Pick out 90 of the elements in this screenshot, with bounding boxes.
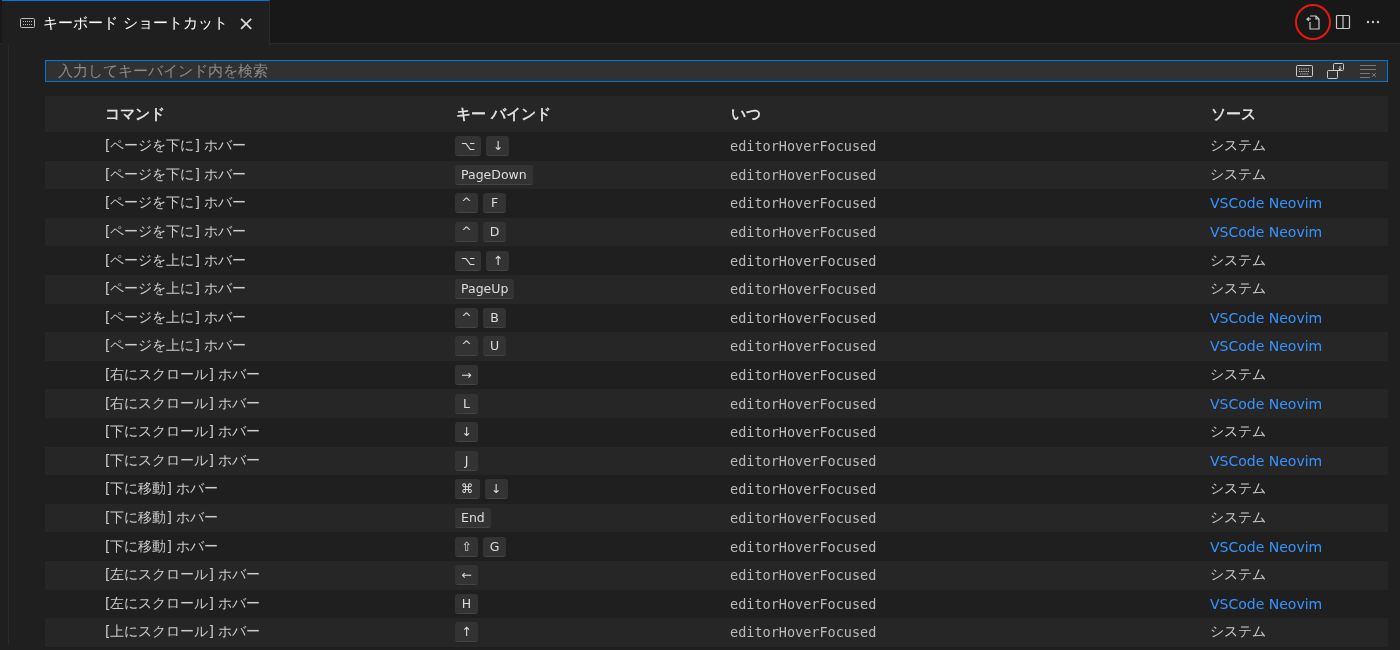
command-cell: [下に移動] ホバー (45, 503, 455, 533)
key-cap: ⌘ (455, 479, 480, 500)
key-cap: L (455, 393, 478, 414)
key-cap: ⌥ (455, 136, 482, 157)
source-cell: システム (1210, 566, 1266, 583)
when-cell: editorHoverFocused (730, 417, 1210, 447)
keyboard-icon (20, 18, 35, 28)
when-cell: editorHoverFocused (730, 274, 1210, 304)
key-cap: ↓ (486, 136, 510, 157)
source-cell: システム (1210, 509, 1266, 525)
command-cell: [ページを上に] ホバー (45, 246, 455, 275)
when-cell: editorHoverFocused (730, 332, 1210, 361)
command-cell: [右にスクロール] ホバー (45, 360, 455, 390)
key-cap: F (483, 193, 506, 214)
when-cell: editorHoverFocused (730, 303, 1210, 333)
when-cell: editorHoverFocused (730, 589, 1210, 619)
command-cell: [ページを下に] ホバー (45, 217, 455, 247)
key-cap: ↑ (455, 622, 478, 643)
key-cap: B (483, 307, 506, 328)
command-cell: [右にスクロール] ホバー (45, 389, 455, 418)
key-cap: G (483, 536, 506, 557)
when-cell: editorHoverFocused (730, 503, 1210, 533)
source-cell: システム (1210, 366, 1266, 383)
command-cell: [ページを下に] ホバー (45, 189, 455, 218)
column-header: コマンド (45, 96, 455, 132)
key-cap: PageDown (455, 164, 533, 185)
tab-title: キーボード ショートカット (43, 13, 228, 33)
source-link[interactable]: VSCode Neovim (1210, 195, 1323, 212)
sort-icon[interactable] (1327, 63, 1345, 79)
command-cell: [ページを下に] ホバー (45, 132, 455, 161)
search-box[interactable]: 入力してキーバインド内を検索 (45, 60, 1388, 82)
source-cell: システム (1210, 251, 1266, 268)
command-cell: [左にスクロール] ホバー (45, 560, 455, 590)
when-cell: editorHoverFocused (730, 389, 1210, 418)
command-cell: [下に移動] ホバー (45, 475, 455, 504)
key-cap: J (455, 450, 478, 471)
key-cap: ^ (455, 222, 478, 243)
when-cell: editorHoverFocused (730, 217, 1210, 247)
source-link[interactable]: VSCode Neovim (1210, 309, 1323, 326)
command-cell: [ページを上に] ホバー (45, 332, 455, 361)
source-cell: システム (1210, 623, 1266, 640)
key-cap: ⌥ (455, 250, 482, 271)
when-cell: editorHoverFocused (730, 160, 1210, 190)
key-cap: D (483, 222, 506, 243)
when-cell: editorHoverFocused (730, 475, 1210, 504)
key-cap: ↓ (484, 479, 508, 500)
open-file-icon[interactable] (1295, 3, 1331, 40)
command-cell: [左にスクロール] ホバー (45, 589, 455, 619)
source-link[interactable]: VSCode Neovim (1210, 538, 1323, 555)
key-cap: End (455, 508, 491, 528)
source-cell: システム (1210, 280, 1266, 297)
key-cap: PageUp (455, 279, 515, 300)
when-cell: editorHoverFocused (730, 618, 1210, 647)
command-cell: [下に移動] ホバー (45, 532, 455, 561)
when-cell: editorHoverFocused (730, 560, 1210, 590)
when-cell: editorHoverFocused (730, 246, 1210, 275)
source-cell: システム (1210, 480, 1266, 497)
key-cap: U (483, 336, 506, 357)
key-cap: → (455, 365, 478, 386)
keyboard-icon[interactable] (1296, 65, 1313, 77)
when-cell: editorHoverFocused (730, 132, 1210, 161)
close-button[interactable]: × (235, 11, 257, 35)
key-cap: ^ (455, 307, 478, 328)
column-header: キー バインド (455, 96, 730, 132)
key-cap: ↓ (455, 422, 478, 443)
search-field[interactable]: 入力してキーバインド内を検索 (56, 61, 1282, 81)
column-header: いつ (730, 96, 1210, 132)
key-cap: ⇧ (455, 536, 478, 557)
command-cell: [下にスクロール] ホバー (45, 417, 455, 447)
key-cap: ↑ (486, 250, 510, 271)
editor-tab[interactable]: キーボード ショートカット × (2, 0, 270, 45)
key-cap: ← (455, 565, 478, 586)
when-cell: editorHoverFocused (730, 189, 1210, 218)
when-cell: editorHoverFocused (730, 446, 1210, 476)
when-cell: editorHoverFocused (730, 532, 1210, 561)
column-header: ソース (1210, 96, 1388, 132)
command-cell: [ページを下に] ホバー (45, 160, 455, 190)
key-cap: H (455, 593, 478, 614)
key-cap: ^ (455, 336, 478, 357)
when-cell: editorHoverFocused (730, 360, 1210, 390)
command-cell: [上にスクロール] ホバー (45, 618, 455, 647)
source-cell: システム (1210, 423, 1266, 440)
source-link[interactable]: VSCode Neovim (1210, 595, 1323, 612)
clear-filter-icon[interactable] (1359, 64, 1377, 78)
command-cell: [下にスクロール] ホバー (45, 446, 455, 476)
command-cell: [ページを上に] ホバー (45, 303, 455, 333)
key-cap: ^ (455, 193, 478, 214)
source-cell: システム (1210, 165, 1266, 182)
source-cell: システム (1210, 137, 1266, 154)
command-cell: [ページを上に] ホバー (45, 274, 455, 304)
